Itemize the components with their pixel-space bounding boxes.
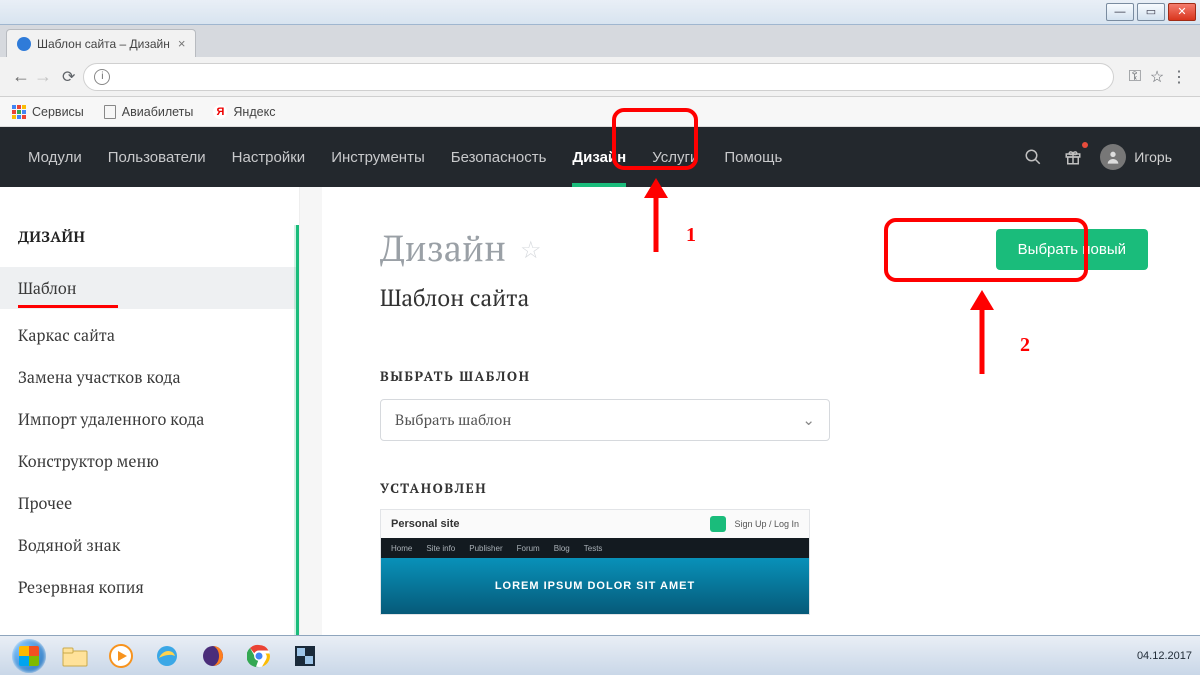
chevron-down-icon: ⌄ [802,410,815,430]
back-button[interactable]: ← [10,66,32,87]
address-bar[interactable]: i [83,63,1114,91]
preview-search-icon [710,516,726,532]
apps-grid-icon [12,105,26,119]
yandex-icon: Я [213,105,227,119]
taskbar-chrome-icon[interactable] [238,640,280,672]
page-icon [104,105,116,119]
choose-new-button[interactable]: Выбрать новый [996,229,1148,270]
annotation-underline [18,305,118,308]
nav-users[interactable]: Пользователи [108,127,206,187]
main-panel: Дизайн ☆ Шаблон сайта Выбрать новый ВЫБР… [322,187,1200,635]
sidebar-item-menu-builder[interactable]: Конструктор меню [18,440,299,482]
bookmarks-bar: Сервисы Авиабилеты Я Яндекс [0,97,1200,127]
preview-signin: Sign Up / Log In [734,519,799,529]
notification-dot [1082,142,1088,148]
page-subtitle: Шаблон сайта [380,282,1150,313]
preview-header: Personal site Sign Up / Log In [381,510,809,538]
nav-modules[interactable]: Модули [28,127,82,187]
window-minimize-button[interactable]: — [1106,3,1134,21]
sidebar-title: ДИЗАЙН [18,227,299,247]
browser-toolbar: ← → ⟳ i ⚿ ☆ ⋮ [0,57,1200,97]
gift-icon[interactable] [1060,144,1086,170]
reload-button[interactable]: ⟳ [62,67,75,87]
preview-menu: Home Site info Publisher Forum Blog Test… [381,538,809,558]
dropdown-value: Выбрать шаблон [395,410,511,430]
preview-site-name: Personal site [391,518,459,530]
forward-button[interactable]: → [32,66,54,87]
template-dropdown[interactable]: Выбрать шаблон ⌄ [380,399,830,441]
favorite-star-icon[interactable]: ☆ [520,233,542,265]
sidebar-item-backup[interactable]: Резервная копия [18,566,299,608]
taskbar-app-icon[interactable] [284,640,326,672]
preview-hero: LOREM IPSUM DOLOR SIT AMET [381,558,809,614]
bookmark-item-1[interactable]: Авиабилеты [104,105,194,119]
bookmark-label: Авиабилеты [122,105,194,119]
nav-tools[interactable]: Инструменты [331,127,425,187]
windows-titlebar: — ▭ ✕ [0,0,1200,25]
bookmark-label: Яндекс [233,105,275,119]
template-preview[interactable]: Personal site Sign Up / Log In Home Site… [380,509,810,615]
windows-taskbar: 18:28 04.12.2017 [0,635,1200,675]
nav-help[interactable]: Помощь [724,127,782,187]
taskbar-wmp-icon[interactable] [100,640,142,672]
nav-settings[interactable]: Настройки [232,127,306,187]
username-label[interactable]: Игорь [1134,149,1172,165]
start-button[interactable] [8,640,50,672]
system-tray[interactable]: 18:28 04.12.2017 [1129,650,1192,662]
sidebar-item-template[interactable]: Шаблон [0,267,299,309]
app-topnav: Модули Пользователи Настройки Инструмент… [0,127,1200,187]
site-info-icon[interactable]: i [94,69,110,85]
window-restore-button[interactable]: ▭ [1137,3,1165,21]
taskbar-firefox-icon[interactable] [192,640,234,672]
browser-tab[interactable]: Шаблон сайта – Дизайн × [6,29,196,57]
bookmark-item-2[interactable]: Я Яндекс [213,105,275,119]
nav-design[interactable]: Дизайн [572,127,626,187]
favicon-icon [17,37,31,51]
tab-close-icon[interactable]: × [178,36,186,51]
apps-shortcut[interactable]: Сервисы [12,105,84,119]
avatar[interactable] [1100,144,1126,170]
window-close-button[interactable]: ✕ [1168,3,1196,21]
tray-date: 04.12.2017 [1137,650,1192,662]
taskbar-ie-icon[interactable] [146,640,188,672]
tab-title: Шаблон сайта – Дизайн [37,37,170,51]
sidebar-item-watermark[interactable]: Водяной знак [18,524,299,566]
sidebar-item-replace-code[interactable]: Замена участков кода [18,356,299,398]
taskbar-explorer-icon[interactable] [54,640,96,672]
sidebar-item-other[interactable]: Прочее [18,482,299,524]
select-template-label: ВЫБРАТЬ ШАБЛОН [380,367,1150,385]
nav-security[interactable]: Безопасность [451,127,547,187]
browser-menu-icon[interactable]: ⋮ [1168,67,1190,87]
installed-label: УСТАНОВЛЕН [380,479,1150,497]
nav-services[interactable]: Услуги [652,127,698,187]
bookmark-star-icon[interactable]: ☆ [1146,67,1168,87]
search-icon[interactable] [1020,144,1046,170]
sidebar-item-import-code[interactable]: Импорт удаленного кода [18,398,299,440]
sidebar-item-frame[interactable]: Каркас сайта [18,314,299,356]
browser-tabstrip: Шаблон сайта – Дизайн × [0,25,1200,57]
apps-label: Сервисы [32,105,84,119]
saved-password-icon[interactable]: ⚿ [1124,68,1146,86]
sidebar-accent-bar [294,225,299,635]
sidebar: ДИЗАЙН Шаблон Каркас сайта Замена участк… [0,187,300,635]
content-area: ДИЗАЙН Шаблон Каркас сайта Замена участк… [0,187,1200,635]
